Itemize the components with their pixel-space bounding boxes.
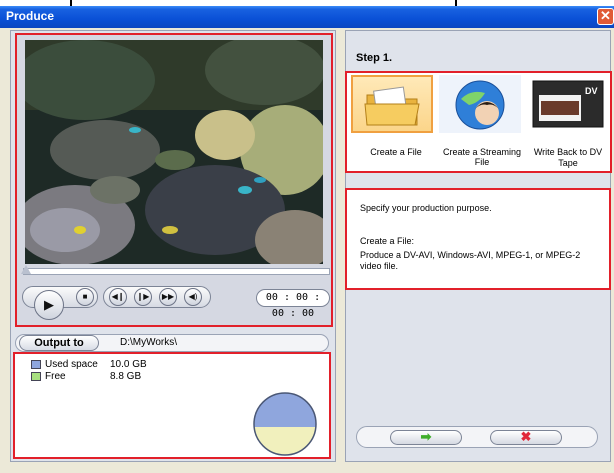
fast-forward-icon: ▶▶ <box>161 292 175 301</box>
fast-forward-button[interactable]: ▶▶ <box>159 288 177 306</box>
volume-icon: ◀) <box>188 292 198 301</box>
write-back-to-dv-tape-option[interactable]: DV <box>527 75 609 133</box>
cancel-x-icon: ✖ <box>520 429 532 444</box>
next-frame-icon: ❙▶ <box>136 292 150 301</box>
next-arrow-icon: ➡ <box>420 429 432 444</box>
timecode-display: 00 : 00 : 00 : 00 <box>256 289 330 319</box>
output-to-button[interactable]: Output to <box>19 335 99 351</box>
create-streaming-file-option[interactable] <box>439 75 521 133</box>
close-button[interactable]: ✕ <box>597 8 614 25</box>
free-space-value: 8.8 GB <box>110 371 142 382</box>
window-title: Produce <box>6 9 55 23</box>
disk-usage-pie <box>253 392 317 456</box>
volume-button[interactable]: ◀) <box>184 288 202 306</box>
aquarium-video-frame <box>25 40 323 264</box>
description-heading: Create a File: <box>360 236 415 246</box>
create-streaming-file-label: Create a Streaming File <box>442 147 522 167</box>
stop-button[interactable]: ■ <box>76 288 94 306</box>
stop-icon: ■ <box>82 292 88 301</box>
previous-frame-icon: ◀❙ <box>111 292 125 301</box>
step-title: Step 1. <box>356 52 393 64</box>
dv-badge: DV <box>585 86 598 96</box>
play-icon: ▶ <box>44 297 54 312</box>
free-space-label: Free <box>45 371 66 382</box>
create-file-option[interactable] <box>351 75 433 133</box>
next-button[interactable]: ➡ <box>390 430 462 445</box>
video-preview <box>25 40 323 264</box>
play-button[interactable]: ▶ <box>34 290 64 320</box>
folder-icon <box>364 86 420 126</box>
previous-frame-button[interactable]: ◀❙ <box>109 288 127 306</box>
description-intro: Specify your production purpose. <box>360 203 492 213</box>
title-bar <box>0 6 614 28</box>
dv-tape-icon: DV <box>532 80 604 128</box>
write-back-dv-tape-label: Write Back to DV Tape <box>533 147 603 168</box>
next-frame-button[interactable]: ❙▶ <box>134 288 152 306</box>
used-space-label: Used space <box>45 359 98 370</box>
globe-icon <box>439 75 521 133</box>
description-body: Produce a DV-AVI, Windows-AVI, MPEG-1, o… <box>360 250 581 271</box>
timeline-scrubber[interactable] <box>23 268 330 275</box>
cancel-button[interactable]: ✖ <box>490 430 562 445</box>
used-space-value: 10.0 GB <box>110 359 147 370</box>
output-path: D:\MyWorks\ <box>120 337 178 348</box>
free-space-swatch <box>31 372 41 381</box>
used-space-swatch <box>31 360 41 369</box>
create-file-label: Create a File <box>370 147 422 157</box>
scrubber-handle[interactable] <box>21 265 31 274</box>
